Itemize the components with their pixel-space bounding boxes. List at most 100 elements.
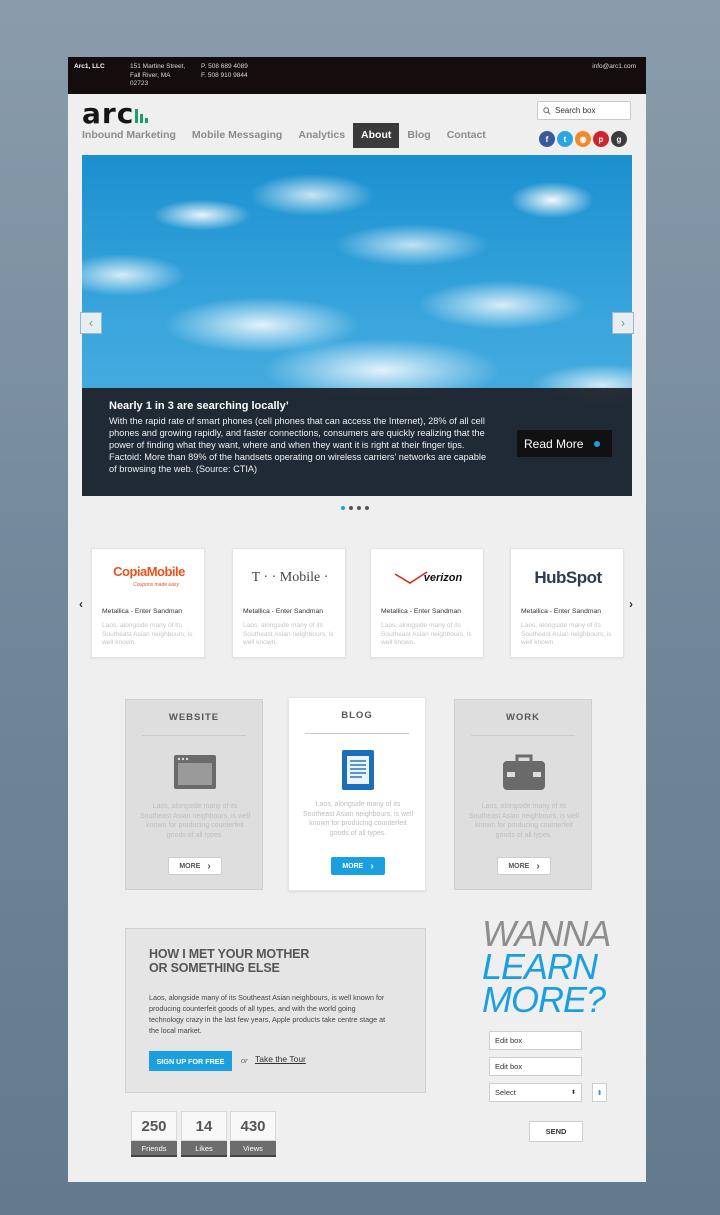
edit-box-2[interactable]: Edit box [489, 1057, 582, 1076]
chevron-left-icon: ‹ [89, 316, 93, 330]
service-box-work: WORK Laos, alongside many of its Southea… [454, 699, 592, 890]
nav-item-contact[interactable]: Contact [439, 123, 494, 148]
pinterest-icon[interactable]: p [593, 131, 609, 147]
address-line: Fall River, MA [130, 71, 171, 79]
client-card[interactable]: verizon Metallica - Enter Sandman Laos, … [370, 548, 484, 658]
stat-value: 250 [131, 1111, 177, 1141]
client-caption: Metallica - Enter Sandman [102, 608, 183, 615]
more-button[interactable]: MORE › [331, 857, 385, 875]
address-line: 151 Martine Street, [130, 63, 186, 70]
divider [471, 735, 575, 736]
select-value: Select [495, 1088, 516, 1097]
client-caption: Metallica - Enter Sandman [243, 608, 324, 615]
select-dropdown[interactable]: Select ⬍ [489, 1083, 582, 1102]
more-button[interactable]: MORE › [168, 857, 222, 875]
phone-number: P. 508 689 4089 [201, 63, 248, 70]
t-mobile-logo: T · · Mobile · [251, 570, 329, 585]
more-button[interactable]: MORE › [497, 857, 551, 875]
twitter-icon[interactable]: t [557, 131, 573, 147]
or-label: or [241, 1056, 248, 1065]
stat-label: Likes [181, 1141, 227, 1157]
promo-heading-line: HOW I MET YOUR MOTHER [149, 947, 310, 961]
service-text: Laos, alongside many of its Southeast As… [139, 803, 251, 839]
nav-item-about[interactable]: About [353, 123, 400, 148]
stat-likes: 14 Likes [181, 1111, 227, 1157]
hero-body: With the rapid rate of smart phones (cel… [109, 416, 487, 474]
client-card[interactable]: T · · Mobile · Metallica - Enter Sandman… [232, 548, 346, 658]
top-contact-bar: Arc1, LLC 151 Martine Street, Fall River… [68, 57, 646, 94]
dot-icon [594, 440, 600, 447]
promo-panel: HOW I MET YOUR MOTHER OR SOMETHING ELSE … [125, 928, 426, 1093]
phone-info: P. 508 689 4089 F. 508 910 9844 [201, 63, 248, 80]
stat-label: Friends [131, 1141, 177, 1157]
slider-dots [341, 506, 369, 510]
promo-heading-line: OR SOMETHING ELSE [149, 961, 280, 975]
nav-item-blog[interactable]: Blog [399, 123, 438, 148]
send-button[interactable]: SEND [529, 1121, 583, 1142]
updown-arrows-icon: ⬍ [596, 1089, 603, 1097]
service-title: WEBSITE [168, 712, 220, 723]
fax-number: F. 508 910 9844 [201, 71, 248, 79]
more-label: MORE [508, 862, 530, 870]
sign-up-button[interactable]: SIGN UP FOR FREE [149, 1051, 232, 1071]
browser-window-icon [173, 752, 217, 792]
stat-value: 430 [230, 1111, 276, 1141]
rss-icon[interactable]: ◉ [575, 131, 591, 147]
google-plus-icon[interactable]: g [611, 131, 627, 147]
nav-item-mobile-messaging[interactable]: Mobile Messaging [184, 123, 290, 148]
facebook-icon[interactable]: f [539, 131, 555, 147]
more-label: MORE [342, 862, 364, 870]
page: Arc1, LLC 151 Martine Street, Fall River… [68, 57, 646, 1182]
social-links: f t ◉ p g [539, 131, 627, 147]
hero-caption: Nearly 1 in 3 are searching locally’ Wit… [82, 388, 632, 496]
search-icon [543, 106, 551, 115]
nav-item-inbound-marketing[interactable]: Inbound Marketing [82, 123, 184, 148]
client-description: Laos, alongside many of its Southeast As… [521, 622, 612, 646]
chevron-right-icon: › [207, 860, 211, 872]
slider-next-button[interactable]: › [612, 312, 634, 334]
document-icon [336, 750, 380, 790]
slider-dot[interactable] [349, 506, 353, 510]
address: 151 Martine Street, Fall River, MA 02723 [130, 63, 190, 89]
search-box[interactable]: Search box [537, 101, 631, 120]
chevron-right-icon: › [536, 860, 540, 872]
client-description: Laos, alongside many of its Southeast As… [102, 622, 193, 646]
promo-heading: HOW I MET YOUR MOTHER OR SOMETHING ELSE [149, 947, 309, 975]
service-text: Laos, alongside many of its Southeast As… [468, 803, 580, 839]
take-tour-link[interactable]: Take the Tour [255, 1054, 306, 1064]
address-line: 02723 [130, 80, 149, 87]
client-card[interactable]: CopiaMobile Coupons made easy Metallica … [91, 548, 205, 658]
service-text: Laos, alongside many of its Southeast As… [302, 801, 414, 837]
slider-dot[interactable] [341, 506, 345, 510]
service-box-blog: BLOG Laos, alongside many of its Southea… [288, 697, 426, 891]
hubspot-logo: HubSpot [534, 568, 602, 587]
client-card[interactable]: HubSpot Metallica - Enter Sandman Laos, … [510, 548, 624, 658]
client-description: Laos, alongside many of its Southeast As… [381, 622, 472, 646]
verizon-logo: verizon [371, 563, 485, 593]
edit-box-text: Edit box [495, 1062, 523, 1071]
stat-friends: 250 Friends [131, 1111, 177, 1157]
service-title: WORK [505, 712, 541, 723]
slider-prev-button[interactable]: ‹ [80, 312, 102, 334]
divider [305, 733, 409, 734]
read-more-button[interactable]: Read More [517, 430, 612, 457]
service-title: BLOG [341, 710, 373, 721]
chevron-right-icon: › [621, 316, 625, 330]
nav-item-analytics[interactable]: Analytics [290, 123, 353, 148]
carousel-prev-icon[interactable]: ‹ [79, 597, 83, 611]
briefcase-icon [502, 752, 546, 792]
slider-dot[interactable] [357, 506, 361, 510]
more-label: MORE [179, 862, 201, 870]
client-caption: Metallica - Enter Sandman [381, 608, 462, 615]
edit-box-1[interactable]: Edit box [489, 1031, 582, 1050]
spinner-button[interactable]: ⬍ [592, 1083, 607, 1102]
edit-box-text: Edit box [495, 1036, 523, 1045]
email-link[interactable]: info@arc1.com [592, 63, 636, 72]
client-caption: Metallica - Enter Sandman [521, 608, 602, 615]
stat-views: 430 Views [230, 1111, 276, 1157]
carousel-next-icon[interactable]: › [629, 597, 633, 611]
stat-label: Views [230, 1141, 276, 1157]
verizon-check-icon [394, 571, 428, 584]
slider-dot[interactable] [365, 506, 369, 510]
divider [142, 735, 246, 736]
